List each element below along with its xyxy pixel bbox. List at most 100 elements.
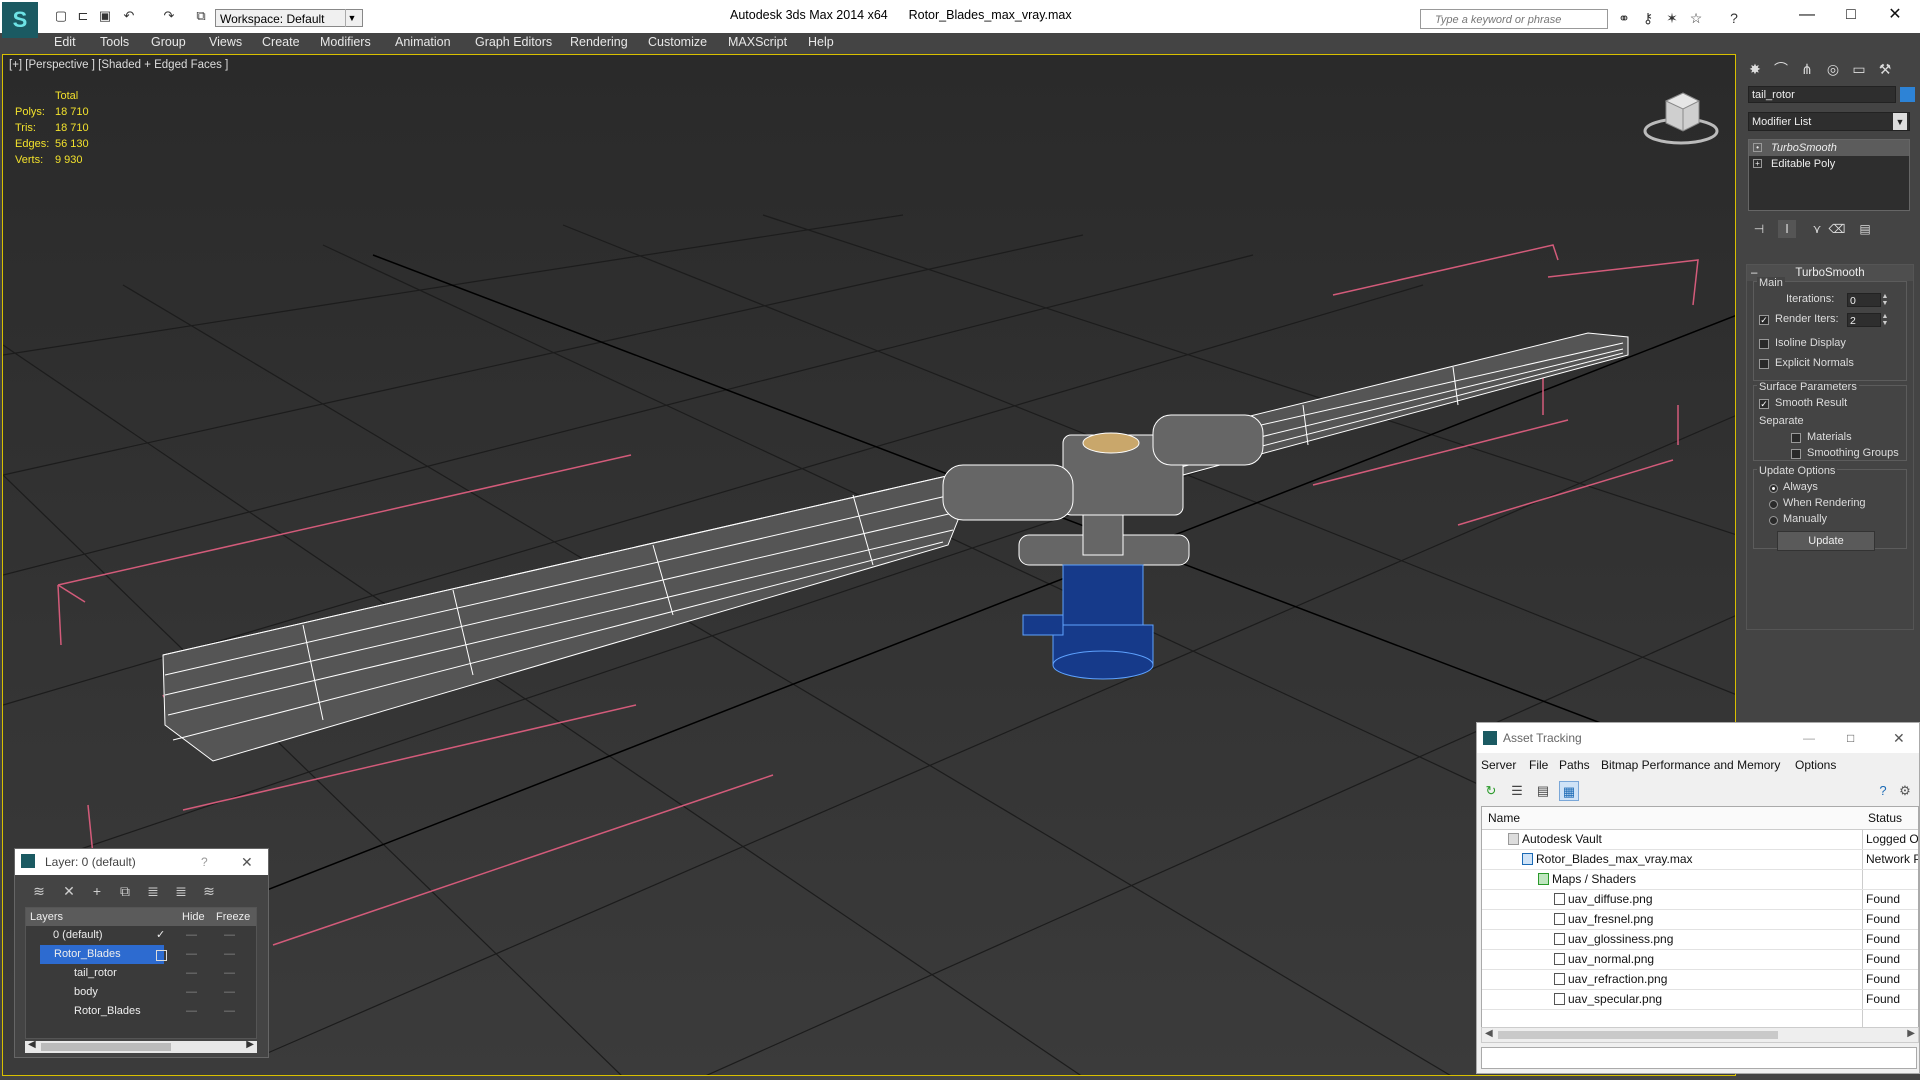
asset-row[interactable]: uav_refraction.png Found (1482, 970, 1918, 990)
favorites-star-icon[interactable]: ☆ (1686, 9, 1706, 27)
viewcube-icon[interactable] (1641, 83, 1721, 148)
menu-help[interactable]: Help (808, 35, 834, 49)
detail-view-icon[interactable]: ▤ (1533, 781, 1553, 801)
radio-manually[interactable] (1769, 516, 1778, 525)
close-button[interactable]: ✕ (1880, 4, 1910, 26)
refresh-icon[interactable]: ↻ (1481, 781, 1501, 801)
hide-toggle[interactable]: — (186, 983, 197, 1002)
minimize-button[interactable]: — (1792, 4, 1822, 26)
asset-row[interactable]: Maps / Shaders (1482, 870, 1918, 890)
remove-modifier-icon[interactable]: ⌫ (1828, 220, 1846, 238)
layer-row[interactable]: tail_rotor — — (26, 964, 256, 983)
layer-row[interactable]: Rotor_Blades — — (26, 945, 256, 964)
create-tab-icon[interactable]: ✸ (1744, 58, 1766, 80)
hierarchy-tab-icon[interactable]: ⋔ (1796, 58, 1818, 80)
chevron-down-icon[interactable]: ▼ (345, 9, 358, 27)
configure-sets-icon[interactable]: ▤ (1856, 220, 1874, 238)
asset-row[interactable]: uav_glossiness.png Found (1482, 930, 1918, 950)
list-view-icon[interactable]: ☰ (1507, 781, 1527, 801)
bulb-icon[interactable]: • (1753, 143, 1762, 152)
close-icon[interactable]: ✕ (241, 849, 253, 875)
menu-graph-editors[interactable]: Graph Editors (475, 35, 552, 49)
display-tab-icon[interactable]: ▭ (1848, 58, 1870, 80)
freeze-toggle[interactable]: — (224, 945, 235, 964)
freeze-toggle[interactable]: — (224, 983, 235, 1002)
render-iters-spinner[interactable]: 2 (1847, 313, 1881, 327)
binoculars-icon[interactable]: ⚭ (1614, 9, 1634, 27)
asset-row[interactable]: uav_normal.png Found (1482, 950, 1918, 970)
menu-customize[interactable]: Customize (648, 35, 707, 49)
menu-views[interactable]: Views (209, 35, 242, 49)
radio-when-rendering[interactable] (1769, 500, 1778, 509)
settings-icon[interactable]: ⚙ (1895, 781, 1915, 801)
app-logo-icon[interactable]: S (2, 2, 38, 38)
hide-toggle[interactable]: — (186, 926, 197, 945)
minimize-button[interactable]: — (1803, 723, 1815, 753)
layer-window-titlebar[interactable]: Layer: 0 (default) ? ✕ (15, 849, 268, 875)
asset-path-field[interactable] (1481, 1047, 1917, 1069)
select-in-layer-icon[interactable]: ⧉ (115, 881, 135, 901)
key-icon[interactable]: ⚷ (1638, 9, 1658, 27)
project-folder-icon[interactable]: ⧉ (192, 8, 210, 24)
render-iters-checkbox[interactable]: ✓ (1759, 315, 1769, 325)
motion-tab-icon[interactable]: ◎ (1822, 58, 1844, 80)
freeze-toggle[interactable]: — (224, 964, 235, 983)
asset-tracking-titlebar[interactable]: Asset Tracking — □ ✕ (1477, 723, 1919, 753)
help-icon[interactable]: ? (1873, 781, 1893, 801)
menu-paths[interactable]: Paths (1559, 755, 1590, 775)
save-file-icon[interactable]: ▣ (96, 8, 114, 24)
menu-modifiers[interactable]: Modifiers (320, 35, 371, 49)
scroll-right-icon[interactable]: ▶ (1907, 1028, 1915, 1039)
scrollbar-thumb[interactable] (41, 1043, 171, 1051)
highlight-layer-icon[interactable]: ≣ (143, 881, 163, 901)
help-icon[interactable]: ? (1724, 9, 1744, 27)
viewport-label[interactable]: [+] [Perspective ] [Shaded + Edged Faces… (9, 59, 228, 71)
menu-bitmap-performance[interactable]: Bitmap Performance and Memory (1601, 755, 1780, 775)
undo-icon[interactable]: ↶ (120, 8, 138, 24)
isoline-display-checkbox[interactable] (1759, 339, 1769, 349)
update-button[interactable]: Update (1777, 531, 1875, 551)
iterations-spinner[interactable]: 0 (1847, 293, 1881, 307)
menu-options[interactable]: Options (1795, 755, 1836, 775)
menu-server[interactable]: Server (1481, 755, 1516, 775)
freeze-all-layers-icon[interactable]: ≋ (199, 881, 219, 901)
horizontal-scrollbar[interactable]: ◀ ▶ (1481, 1027, 1919, 1043)
open-file-icon[interactable]: ⊏ (74, 8, 92, 24)
menu-group[interactable]: Group (151, 35, 186, 49)
hide-toggle[interactable]: — (186, 945, 197, 964)
new-layer-icon[interactable]: ≋ (29, 881, 49, 901)
object-color-swatch[interactable] (1900, 87, 1915, 102)
smooth-result-checkbox[interactable]: ✓ (1759, 399, 1769, 409)
maximize-button[interactable]: □ (1847, 723, 1854, 753)
add-to-layer-icon[interactable]: + (87, 881, 107, 901)
asset-row[interactable]: Autodesk Vault Logged Ou (1482, 830, 1918, 850)
asset-row[interactable]: uav_diffuse.png Found (1482, 890, 1918, 910)
hide-toggle[interactable]: — (186, 964, 197, 983)
menu-maxscript[interactable]: MAXScript (728, 35, 787, 49)
table-view-icon[interactable]: ▦ (1559, 781, 1579, 801)
col-freeze[interactable]: Freeze (216, 908, 250, 926)
set-current-box[interactable] (156, 950, 167, 961)
utilities-tab-icon[interactable]: ⚒ (1874, 58, 1896, 80)
delete-layer-icon[interactable]: ✕ (59, 881, 79, 901)
redo-icon[interactable]: ↷ (160, 8, 178, 24)
stack-item-turbosmooth[interactable]: • TurboSmooth (1749, 140, 1909, 156)
expand-plus-icon[interactable]: + (1753, 159, 1762, 168)
menu-tools[interactable]: Tools (100, 35, 129, 49)
materials-checkbox[interactable] (1791, 433, 1801, 443)
close-button[interactable]: ✕ (1893, 723, 1905, 753)
new-file-icon[interactable]: ▢ (52, 8, 70, 24)
layer-row[interactable]: body — — (26, 983, 256, 1002)
layer-row[interactable]: Rotor_Blades — — (26, 1002, 256, 1021)
object-name-field[interactable]: tail_rotor (1748, 86, 1896, 103)
freeze-toggle[interactable]: — (224, 926, 235, 945)
smoothing-groups-checkbox[interactable] (1791, 449, 1801, 459)
pin-stack-icon[interactable]: ⊣ (1750, 220, 1768, 238)
menu-file[interactable]: File (1529, 755, 1548, 775)
maximize-button[interactable]: □ (1836, 4, 1866, 26)
asset-row[interactable]: uav_fresnel.png Found (1482, 910, 1918, 930)
hide-toggle[interactable]: — (186, 1002, 197, 1021)
radio-always[interactable] (1769, 484, 1778, 493)
spinner-arrows-icon[interactable]: ▲ ▼ (1881, 293, 1889, 307)
freeze-toggle[interactable]: — (224, 1002, 235, 1021)
